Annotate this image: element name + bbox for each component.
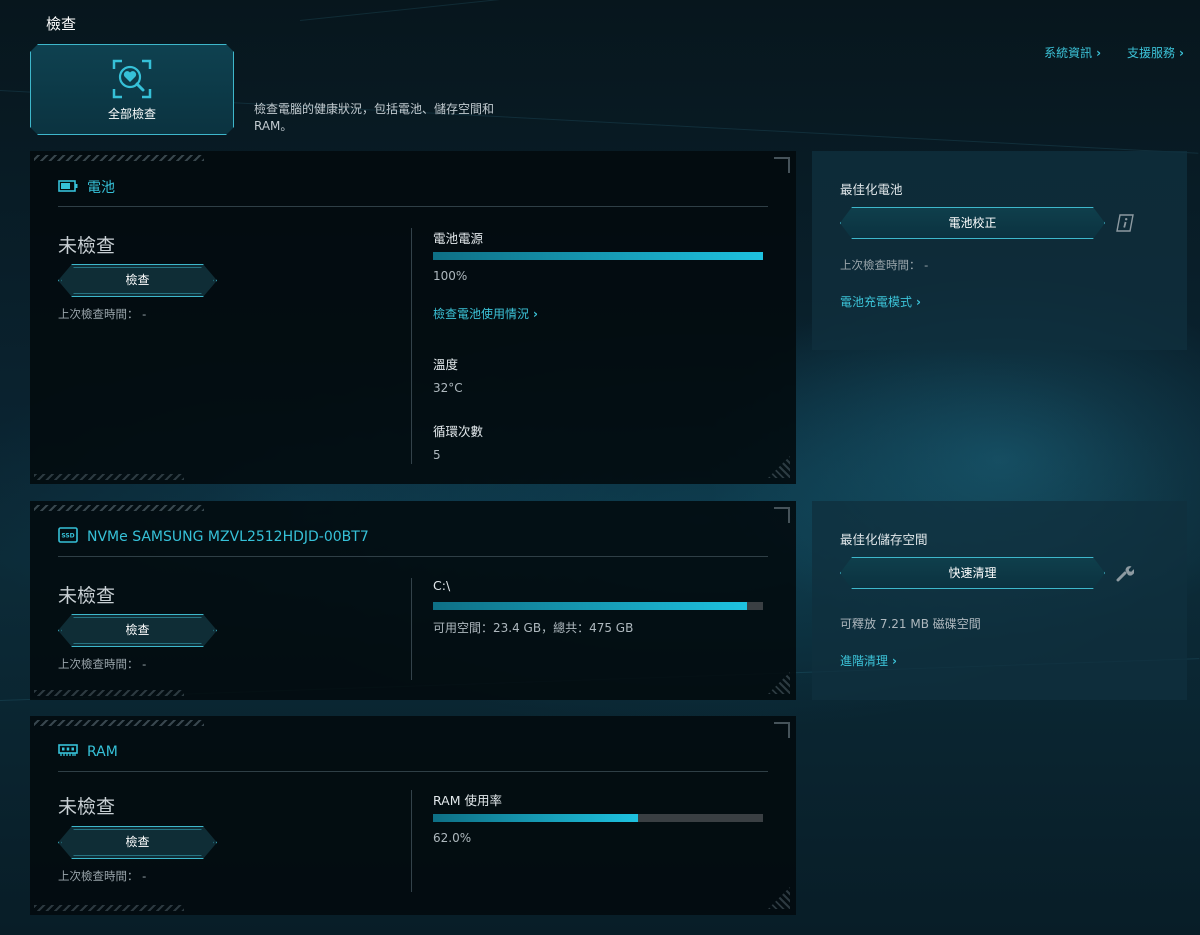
chevron-right-icon: › [892, 654, 897, 668]
storage-last-check: 上次檢查時間： - [58, 657, 147, 671]
battery-status: 未檢查 [58, 235, 116, 257]
battery-calibration-button[interactable]: 電池校正 [840, 207, 1105, 239]
battery-last-check: 上次檢查時間： - [58, 307, 147, 321]
ram-title: RAM [87, 743, 118, 760]
wrench-icon[interactable] [1116, 564, 1135, 582]
quick-clean-button[interactable]: 快速清理 [840, 557, 1105, 589]
page-title: 檢查 [46, 15, 77, 33]
vertical-divider [411, 578, 412, 680]
battery-power-fill [433, 252, 763, 260]
decorative-corner [774, 157, 790, 173]
ram-usage-bar [433, 814, 763, 822]
decorative-hatch [34, 155, 204, 161]
optimize-storage-title: 最佳化儲存空間 [840, 532, 928, 547]
chevron-right-icon: › [533, 307, 538, 321]
drive-label: C:\ [433, 578, 451, 593]
battery-charge-mode-label: 電池充電模式 [840, 295, 913, 309]
ram-usage-fill [433, 814, 638, 822]
ram-icon [58, 742, 78, 761]
battery-power-value: 100% [433, 269, 468, 283]
chevron-right-icon: › [1096, 46, 1102, 60]
optimize-storage-panel: 最佳化儲存空間 快速清理 可釋放 7.21 MB 磁碟空間 進階清理 › [812, 501, 1187, 700]
battery-power-bar [433, 252, 763, 260]
advanced-clean-label: 進階清理 [840, 654, 889, 668]
support-label: 支援服務 [1127, 46, 1176, 60]
battery-cycles-label: 循環次數 [433, 424, 484, 439]
releasable-space-text: 可釋放 7.21 MB 磁碟空間 [840, 617, 981, 631]
decorative-corner [774, 722, 790, 738]
battery-temp-value: 32°C [433, 381, 463, 395]
decorative-corner [768, 887, 790, 909]
full-check-label: 全部檢查 [107, 107, 156, 121]
chevron-right-icon: › [916, 295, 921, 309]
top-links: 系統資訊 › 支援服務 › [1044, 44, 1184, 61]
optimize-battery-panel: 最佳化電池 電池校正 上次檢查時間： - 電池充電模式 › [812, 151, 1187, 350]
decorative-hatch [34, 474, 184, 480]
full-check-button[interactable]: 全部檢查 [30, 44, 234, 135]
info-icon[interactable] [1116, 214, 1134, 232]
storage-check-button[interactable]: 檢查 [58, 614, 217, 647]
ssd-icon: SSD [58, 527, 78, 547]
optimize-battery-last-check: 上次檢查時間： - [840, 258, 929, 272]
battery-charge-mode-link[interactable]: 電池充電模式 › [840, 293, 921, 310]
advanced-clean-link[interactable]: 進階清理 › [840, 652, 897, 669]
drive-usage-bar [433, 602, 763, 610]
vertical-divider [411, 790, 412, 892]
decorative-hatch [34, 905, 184, 911]
ram-usage-label: RAM 使用率 [433, 793, 502, 808]
divider [58, 556, 768, 557]
battery-temp-label: 溫度 [433, 357, 459, 372]
battery-header: 電池 [58, 177, 115, 197]
storage-title: NVMe SAMSUNG MZVL2512HDJD-00BT7 [87, 529, 369, 545]
decorative-hatch [34, 690, 184, 696]
full-check-description: 檢查電腦的健康狀況，包括電池、儲存空間和 RAM。 [254, 102, 495, 133]
battery-usage-link-label: 檢查電池使用情況 [433, 307, 530, 321]
storage-card: SSD NVMe SAMSUNG MZVL2512HDJD-00BT7 未檢查 … [30, 501, 796, 700]
health-check-icon [112, 59, 152, 99]
decorative-corner [768, 456, 790, 478]
decorative-corner [768, 672, 790, 694]
drive-usage-fill [433, 602, 747, 610]
storage-header: SSD NVMe SAMSUNG MZVL2512HDJD-00BT7 [58, 527, 369, 547]
system-info-label: 系統資訊 [1044, 46, 1093, 60]
storage-status: 未檢查 [58, 585, 116, 607]
battery-card: 電池 未檢查 檢查 上次檢查時間： - 電池電源 100% 檢查電池使用情況 › … [30, 151, 796, 484]
ram-check-button[interactable]: 檢查 [58, 826, 217, 859]
battery-cycles-value: 5 [433, 448, 441, 462]
battery-icon [58, 178, 78, 197]
battery-usage-link[interactable]: 檢查電池使用情況 › [433, 305, 538, 322]
ram-last-check: 上次檢查時間： - [58, 869, 147, 883]
system-info-link[interactable]: 系統資訊 › [1044, 44, 1101, 61]
battery-check-button[interactable]: 檢查 [58, 264, 217, 297]
chevron-right-icon: › [1179, 46, 1184, 60]
battery-power-label: 電池電源 [433, 231, 484, 246]
battery-title: 電池 [87, 180, 115, 196]
svg-text:SSD: SSD [61, 533, 74, 540]
ram-status: 未檢查 [58, 796, 116, 818]
divider [58, 206, 768, 207]
decorative-corner [774, 507, 790, 523]
divider [58, 771, 768, 772]
ram-usage-value: 62.0% [433, 831, 472, 845]
decorative-hatch [34, 720, 204, 726]
background-line [300, 0, 1196, 21]
vertical-divider [411, 228, 412, 464]
ram-header: RAM [58, 742, 118, 761]
ram-card: RAM 未檢查 檢查 上次檢查時間： - RAM 使用率 62.0% [30, 716, 796, 915]
drive-space-text: 可用空間：23.4 GB，總共：475 GB [433, 621, 634, 635]
decorative-hatch [34, 505, 204, 511]
support-link[interactable]: 支援服務 › [1127, 44, 1184, 61]
optimize-battery-title: 最佳化電池 [840, 182, 903, 197]
